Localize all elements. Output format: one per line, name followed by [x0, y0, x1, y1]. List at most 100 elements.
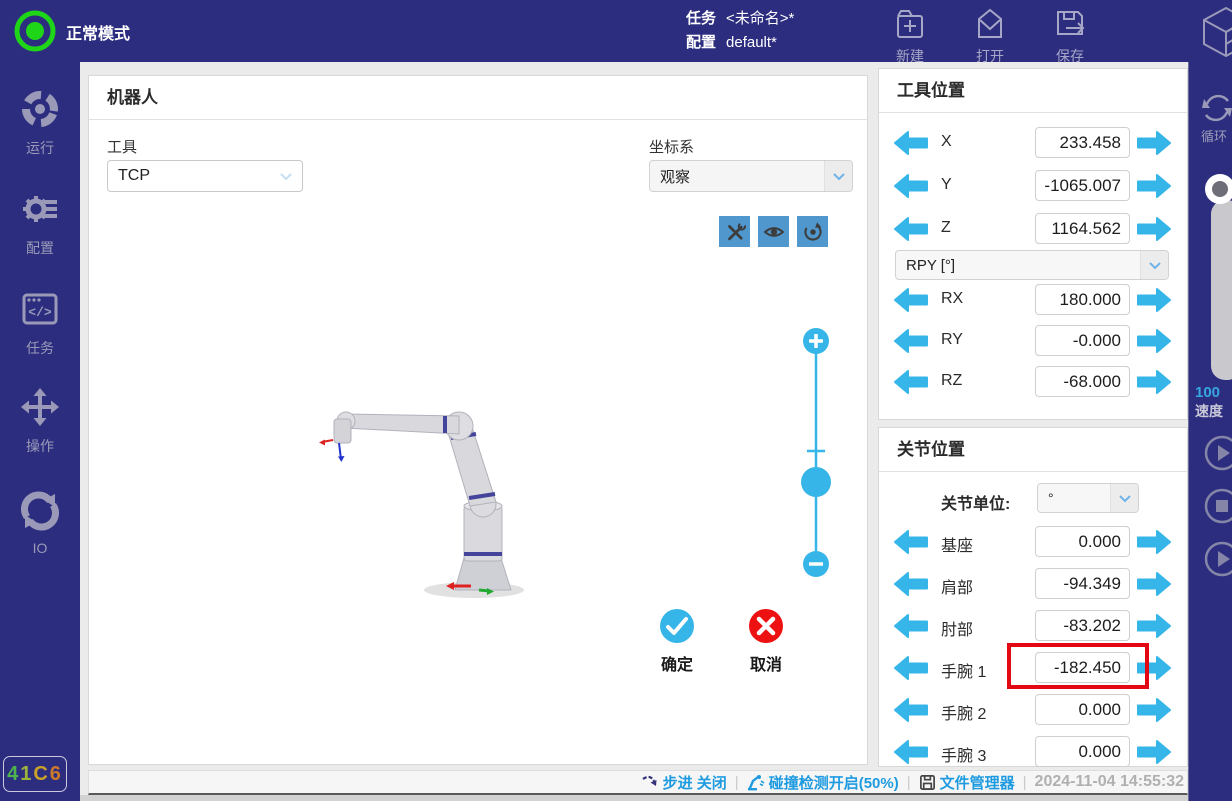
- joint-value-input[interactable]: [1035, 694, 1130, 725]
- increment-arrow-button[interactable]: [1136, 217, 1172, 246]
- main-area: 机器人 工具 坐标系 观察: [80, 62, 1188, 801]
- new-task-button[interactable]: 新建: [880, 6, 940, 66]
- open-task-label: 打开: [960, 46, 1020, 66]
- step-mode-icon: [641, 773, 659, 791]
- play-button[interactable]: [1203, 434, 1232, 477]
- joint-row-wrist1: 手腕 1: [879, 652, 1189, 684]
- screen: 正常模式 任务 <未命名>* 配置 default* 新建: [0, 0, 1232, 801]
- status-bar: 步进 关闭 | 碰撞检测开启(50%) |: [88, 770, 1188, 795]
- rotate-icon: [802, 221, 824, 243]
- increment-arrow-button[interactable]: [1136, 530, 1172, 559]
- joint-label: 基座: [941, 532, 973, 556]
- axis-value-input[interactable]: [1035, 366, 1130, 397]
- chevron-down-icon: [824, 161, 852, 191]
- separator: |: [735, 774, 739, 791]
- save-task-icon: [1053, 6, 1087, 40]
- axis-value-input[interactable]: [1035, 213, 1130, 244]
- joint-row-wrist2: 手腕 2: [879, 694, 1189, 726]
- joint-value-input[interactable]: [1035, 526, 1130, 557]
- cancel-x-icon: [748, 608, 784, 644]
- increment-arrow-button[interactable]: [1136, 740, 1172, 769]
- joint-value-input[interactable]: [1035, 652, 1130, 683]
- joint-label: 手腕 1: [941, 658, 986, 682]
- decrement-arrow-button[interactable]: [893, 329, 929, 358]
- decrement-arrow-button[interactable]: [893, 288, 929, 317]
- cancel-label: 取消: [744, 651, 788, 675]
- zoom-out-button[interactable]: [803, 551, 829, 577]
- rotation-format-dropdown[interactable]: RPY [°]: [895, 250, 1169, 280]
- cycle-button[interactable]: [1201, 92, 1232, 129]
- view-tools-button[interactable]: [719, 216, 750, 247]
- increment-arrow-button[interactable]: [1136, 288, 1172, 317]
- code-char: 4: [7, 763, 20, 785]
- increment-arrow-button[interactable]: [1136, 370, 1172, 399]
- code-char: 1: [20, 763, 33, 785]
- decrement-arrow-button[interactable]: [893, 698, 929, 727]
- view-visibility-button[interactable]: [758, 216, 789, 247]
- confirm-label: 确定: [655, 651, 699, 675]
- decrement-arrow-button[interactable]: [893, 217, 929, 246]
- task-label: 任务: [686, 7, 716, 31]
- sidebar-item-config[interactable]: 配置: [0, 188, 80, 258]
- open-task-button[interactable]: 打开: [960, 6, 1020, 66]
- decrement-arrow-button[interactable]: [893, 614, 929, 643]
- axis-value-input[interactable]: [1035, 284, 1130, 315]
- cancel-button[interactable]: 取消: [744, 608, 788, 675]
- tool-position-title: 工具位置: [879, 69, 1187, 113]
- zoom-slider: [796, 327, 836, 579]
- decrement-arrow-button[interactable]: [893, 740, 929, 769]
- decrement-arrow-button[interactable]: [893, 370, 929, 399]
- separator: |: [907, 774, 911, 791]
- bottom-strip: [80, 795, 1188, 801]
- decrement-arrow-button[interactable]: [893, 530, 929, 559]
- joint-label: 肘部: [941, 616, 973, 640]
- chevron-down-icon: [1110, 484, 1138, 512]
- zoom-in-button[interactable]: [803, 328, 829, 354]
- speed-slider-track[interactable]: [1211, 200, 1232, 380]
- zoom-slider-handle[interactable]: [801, 467, 831, 497]
- confirm-button[interactable]: 确定: [655, 608, 699, 675]
- decrement-arrow-button[interactable]: [893, 656, 929, 685]
- right-strip: 循环 100 速度: [1188, 62, 1232, 801]
- axis-label: Y: [941, 176, 952, 194]
- sidebar-item-run[interactable]: 运行: [0, 88, 80, 158]
- speed-slider-handle[interactable]: [1205, 174, 1232, 204]
- tool-input[interactable]: [107, 160, 303, 192]
- increment-arrow-button[interactable]: [1136, 572, 1172, 601]
- cube-icon[interactable]: [1198, 4, 1232, 65]
- save-task-button[interactable]: 保存: [1040, 6, 1100, 66]
- axis-value-input[interactable]: [1035, 127, 1130, 158]
- robot-panel: 机器人 工具 坐标系 观察: [88, 75, 868, 765]
- decrement-arrow-button[interactable]: [893, 174, 929, 203]
- decrement-arrow-button[interactable]: [893, 572, 929, 601]
- joint-value-input[interactable]: [1035, 736, 1130, 767]
- increment-arrow-button[interactable]: [1136, 656, 1172, 685]
- joint-value-input[interactable]: [1035, 568, 1130, 599]
- run-icon: [19, 88, 61, 130]
- increment-arrow-button[interactable]: [1136, 131, 1172, 160]
- view-rotate-button[interactable]: [797, 216, 828, 247]
- joint-value-input[interactable]: [1035, 610, 1130, 641]
- frame-dropdown[interactable]: 观察: [649, 160, 853, 192]
- sidebar-item-operate[interactable]: 操作: [0, 386, 80, 456]
- step-play-button[interactable]: [1203, 540, 1232, 583]
- axis-value-input[interactable]: [1035, 325, 1130, 356]
- increment-arrow-button[interactable]: [1136, 614, 1172, 643]
- axis-value-input[interactable]: [1035, 170, 1130, 201]
- step-mode-status[interactable]: 步进 关闭: [641, 772, 727, 793]
- sidebar-item-task[interactable]: </> 任务: [0, 288, 80, 358]
- robot-3d-view[interactable]: [319, 406, 539, 606]
- decrement-arrow-button[interactable]: [893, 131, 929, 160]
- joint-unit-dropdown[interactable]: °: [1037, 483, 1139, 513]
- increment-arrow-button[interactable]: [1136, 698, 1172, 727]
- stop-button[interactable]: [1203, 487, 1232, 530]
- sidebar-item-io[interactable]: IO: [0, 490, 80, 556]
- collision-detect-status[interactable]: 碰撞检测开启(50%): [747, 772, 899, 793]
- increment-arrow-button[interactable]: [1136, 174, 1172, 203]
- chevron-down-icon: [1140, 251, 1168, 279]
- config-icon: [19, 188, 61, 230]
- file-manager-button[interactable]: 文件管理器: [919, 772, 1015, 793]
- axis-label: RZ: [941, 372, 962, 390]
- increment-arrow-button[interactable]: [1136, 329, 1172, 358]
- open-task-icon: [973, 6, 1007, 40]
